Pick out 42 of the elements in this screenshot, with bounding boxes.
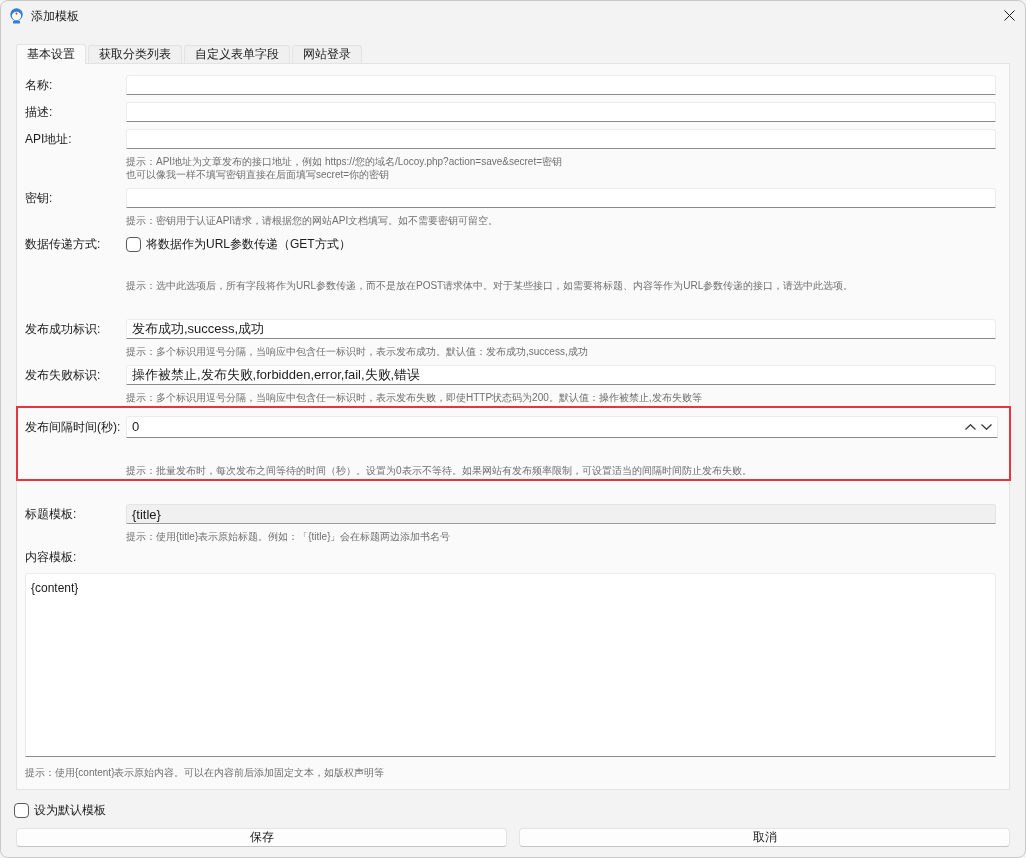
- checkbox-label[interactable]: 设为默认模板: [34, 801, 106, 819]
- dialog-button[interactable]: 保存: [16, 828, 507, 847]
- field-label: 发布失败标识:: [25, 367, 102, 384]
- hint-text: 提示：选中此选项后，所有字段将作为URL参数传递，而不是放在POST请求体中。对于某些接口，如需要将标题、内容等作为URL参数传递的接口，请选中此选项。: [126, 279, 855, 292]
- dialog-button[interactable]: 取消: [519, 828, 1010, 847]
- field-label: 发布成功标识:: [25, 321, 102, 338]
- field-label: 描述:: [25, 104, 54, 121]
- hint-text: 提示：使用{title}表示原始标题。例如：「{title}」会在标题两边添加书名号: [126, 530, 452, 543]
- tab[interactable]: 基本设置: [16, 44, 86, 64]
- field-label: 数据传递方式:: [25, 236, 102, 253]
- hint-text: 提示：密钥用于认证API请求，请根据您的网站API文档填写。如不需要密钥可留空。: [126, 214, 500, 227]
- field-label: 密钥:: [25, 190, 54, 207]
- close-icon[interactable]: [1004, 10, 1015, 21]
- mascot-icon: [10, 7, 23, 24]
- field-label: 名称:: [25, 77, 54, 94]
- field-label: API地址:: [25, 131, 73, 148]
- chevron-down-icon[interactable]: [981, 424, 992, 430]
- hint-text: 提示：批量发布时，每次发布之间等待的时间（秒）。设置为0表示不等待。如果网站有发布频率限制，可设置适当的间隔时间防止发布失败。: [126, 464, 753, 477]
- text-field[interactable]: [126, 188, 996, 208]
- hint-text: 也可以像我一样不填写密钥直接在后面填写secret=你的密钥: [126, 168, 391, 181]
- text-field[interactable]: 发布成功,success,成功: [126, 319, 996, 339]
- tab[interactable]: 自定义表单字段: [184, 45, 290, 63]
- tab[interactable]: 网站登录: [292, 45, 362, 63]
- text-field[interactable]: [126, 102, 996, 122]
- hint-text: 提示：使用{content}表示原始内容。可以在内容前后添加固定文本，如版权声明等: [25, 766, 386, 779]
- field-label: 发布间隔时间(秒):: [25, 419, 122, 436]
- checkbox-label[interactable]: 将数据作为URL参数传递（GET方式）: [146, 235, 351, 253]
- tab[interactable]: 获取分类列表: [88, 45, 182, 63]
- chevron-up-icon[interactable]: [965, 424, 976, 430]
- field-label: 内容模板:: [25, 550, 78, 564]
- hint-text: 提示：多个标识用逗号分隔，当响应中包含任一标识时，表示发布成功。默认值：发布成功,success,成功: [126, 345, 589, 358]
- window-title: 添加模板: [31, 7, 79, 25]
- text-area-field[interactable]: {content}: [25, 573, 996, 757]
- checkbox[interactable]: [14, 802, 29, 818]
- number-field[interactable]: 0: [126, 416, 998, 438]
- text-field[interactable]: [126, 75, 996, 95]
- text-field[interactable]: 操作被禁止,发布失败,forbidden,error,fail,失败,错误: [126, 365, 996, 385]
- hint-text: 提示：API地址为文章发布的接口地址，例如 https://您的域名/Locoy.php?action=save&secret=密钥: [126, 155, 564, 168]
- field-label: 标题模板:: [25, 506, 78, 523]
- checkbox[interactable]: [126, 236, 141, 252]
- text-field[interactable]: [126, 129, 996, 149]
- hint-text: 提示：多个标识用逗号分隔，当响应中包含任一标识时，表示发布失败，即使HTTP状态码为200。默认值：操作被禁止,发布失败等: [126, 391, 703, 404]
